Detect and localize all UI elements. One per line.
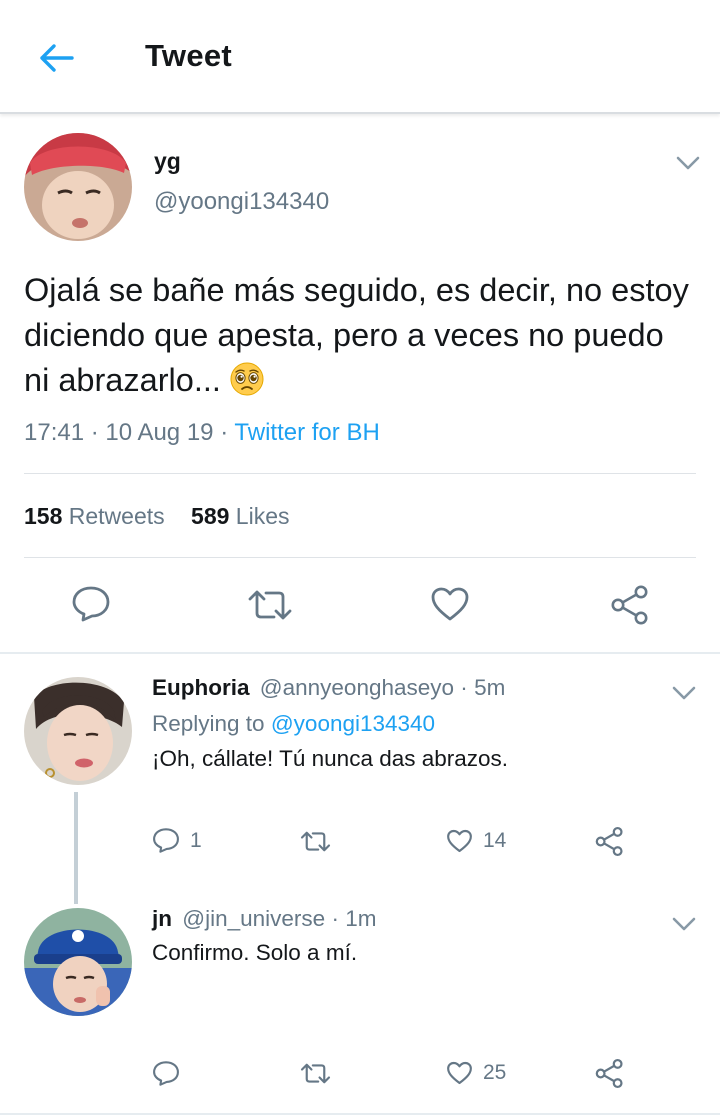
like-button[interactable]: 14 xyxy=(446,829,506,853)
retweets-stat[interactable]: 158 Retweets xyxy=(24,503,165,529)
page-title: Tweet xyxy=(145,38,233,73)
retweet-button[interactable] xyxy=(247,588,293,622)
reply-text: ¡Oh, cállate! Tú nunca das abrazos. xyxy=(152,746,509,771)
reply-text: Confirmo. Solo a mí. xyxy=(152,940,358,965)
back-button[interactable] xyxy=(30,36,82,80)
tweet-stats: 158 Retweets 589 Likes xyxy=(24,503,290,530)
reply-header: jn @jin_universe · 1m xyxy=(152,906,376,932)
reply-button[interactable] xyxy=(71,585,111,623)
replying-to-handle-link[interactable]: @yoongi134340 xyxy=(271,711,435,736)
section-divider xyxy=(0,1113,720,1115)
share-icon xyxy=(595,1058,623,1089)
like-button[interactable] xyxy=(430,586,470,622)
reply-count: 1 xyxy=(190,828,202,852)
reply-icon xyxy=(153,1061,179,1086)
likes-label: Likes xyxy=(235,503,290,529)
reply-author-handle[interactable]: @annyeonghaseyo xyxy=(260,675,454,700)
reply-button[interactable]: 1 xyxy=(152,827,202,854)
retweet-icon xyxy=(248,590,292,620)
reply-icon xyxy=(153,828,179,853)
reply-time: 1m xyxy=(345,906,377,931)
retweet-icon xyxy=(300,831,331,852)
reply-avatar[interactable] xyxy=(24,677,132,785)
replying-to-label: Replying to xyxy=(152,711,265,736)
reply-avatar[interactable] xyxy=(24,908,132,1016)
heart-icon xyxy=(431,587,469,621)
chevron-down-icon[interactable] xyxy=(673,153,703,173)
share-button[interactable] xyxy=(609,584,651,626)
meta-separator: · xyxy=(220,419,229,446)
divider xyxy=(24,557,696,558)
tweet-date: 10 Aug 19 xyxy=(105,419,214,446)
reply-author-name[interactable]: Euphoria xyxy=(152,675,250,700)
reply-time: 5m xyxy=(474,675,506,700)
retweets-label: Retweets xyxy=(68,503,165,529)
reply-header: Euphoria @annyeonghaseyo · 5m xyxy=(152,675,505,701)
like-button[interactable]: 25 xyxy=(446,1061,506,1085)
chevron-down-icon[interactable] xyxy=(669,914,699,934)
section-divider xyxy=(0,652,720,654)
meta-separator: · xyxy=(90,419,99,446)
likes-count: 589 xyxy=(191,503,230,529)
heart-icon xyxy=(447,1061,472,1085)
avatar-photo xyxy=(24,677,132,785)
chevron-down-icon[interactable] xyxy=(669,683,699,703)
meta-separator: · xyxy=(460,675,468,700)
retweet-icon xyxy=(300,1063,331,1084)
heart-icon xyxy=(447,829,472,853)
reply-button[interactable] xyxy=(152,1060,190,1087)
tweet-text: Ojalá se bañe más seguido, es decir, no … xyxy=(24,268,694,403)
share-icon xyxy=(595,826,623,857)
back-arrow-icon xyxy=(40,44,74,72)
likes-stat[interactable]: 589 Likes xyxy=(191,503,289,529)
replying-to: Replying to @yoongi134340 xyxy=(152,711,435,737)
retweet-button[interactable] xyxy=(300,830,341,853)
share-icon xyxy=(611,585,648,625)
retweet-button[interactable] xyxy=(300,1062,341,1085)
share-button[interactable] xyxy=(594,826,625,857)
crying-face-emoji-icon xyxy=(229,361,265,397)
retweets-count: 158 xyxy=(24,503,63,529)
avatar-photo xyxy=(24,908,132,1016)
avatar-photo xyxy=(24,133,132,241)
reply-author-handle[interactable]: @jin_universe xyxy=(182,906,325,931)
author-avatar[interactable] xyxy=(24,133,132,241)
tweet-text-body: Ojalá se bañe más seguido, es decir, no … xyxy=(24,272,689,398)
like-count: 25 xyxy=(483,1061,507,1084)
tweet-source-link[interactable]: Twitter for BH xyxy=(234,419,379,446)
like-count: 14 xyxy=(483,829,507,852)
share-button[interactable] xyxy=(594,1058,625,1089)
reply-icon xyxy=(72,586,110,622)
meta-separator: · xyxy=(331,906,339,931)
top-app-bar: Tweet xyxy=(0,0,720,114)
author-name[interactable]: yg xyxy=(154,148,181,175)
author-handle[interactable]: @yoongi134340 xyxy=(154,188,329,216)
thread-connector xyxy=(74,792,78,904)
tweet-time: 17:41 xyxy=(24,419,85,446)
reply-author-name[interactable]: jn xyxy=(152,906,172,931)
divider xyxy=(24,473,696,474)
tweet-meta: 17:41 · 10 Aug 19 · Twitter for BH xyxy=(24,419,380,447)
